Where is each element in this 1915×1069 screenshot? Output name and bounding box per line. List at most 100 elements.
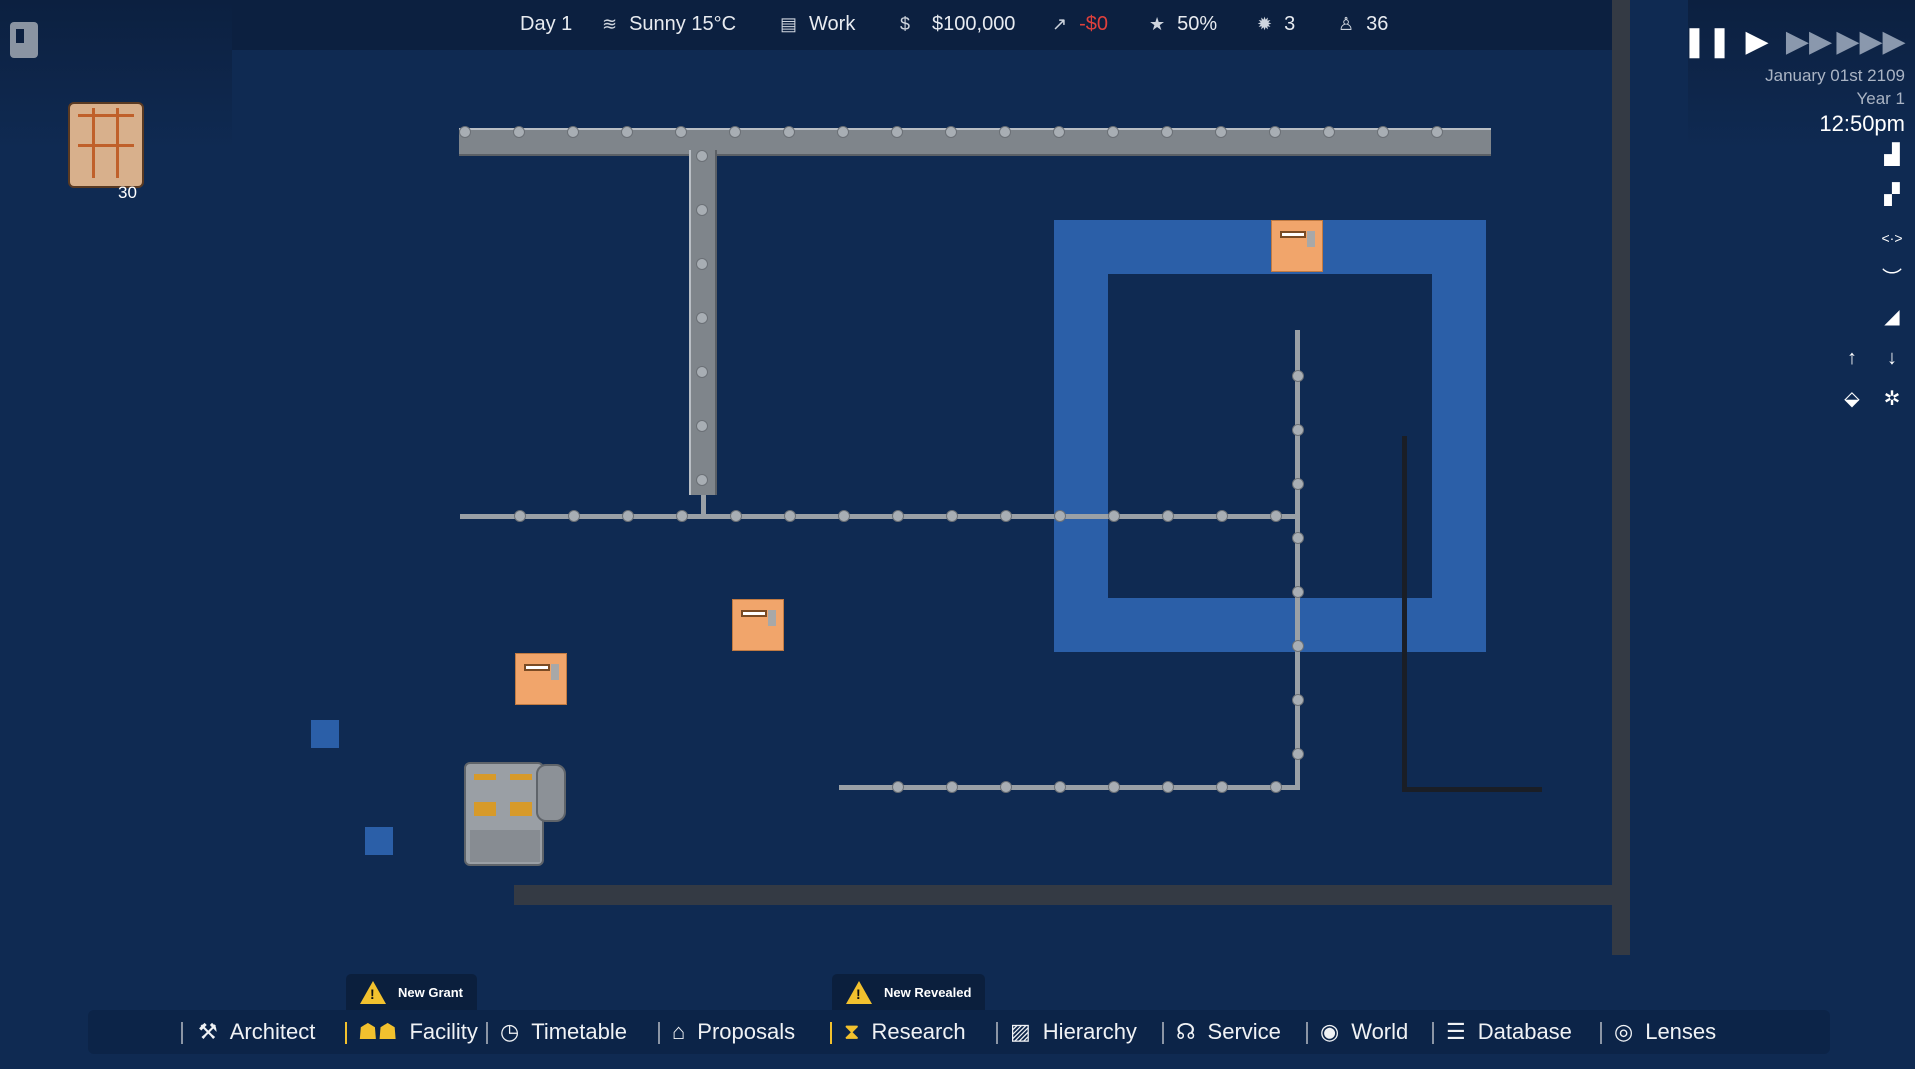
thin-pipe-2 [1295,330,1300,790]
pipe-joint [1161,126,1173,138]
settings-icon[interactable]: ✲ [1876,382,1908,414]
pipe-joint [946,781,958,793]
staff-indicator[interactable]: ♙ 36 [1338,0,1388,48]
floor-down-icon[interactable]: ↓ [1876,342,1908,374]
tools-icon: ⚒ [198,1019,218,1044]
pipe-joint [1292,478,1304,490]
pipe-joint [945,126,957,138]
pipe-joint [622,510,634,522]
pipe-joint [1108,781,1120,793]
pipe-joint [696,420,708,432]
notification-new-grant[interactable]: ! New Grant [346,974,478,1010]
hide-icon[interactable]: ︶ [1876,260,1908,292]
wind-icon: ≋ [602,13,618,34]
pipe-joint [675,126,687,138]
nav-separator [658,1022,660,1044]
door[interactable] [515,653,567,705]
game-map[interactable] [232,0,1682,970]
machine[interactable] [464,762,544,866]
build-icon[interactable]: ▞ [1876,178,1908,210]
schedule-indicator[interactable]: ▤ Work [780,0,855,48]
pipe-joint [513,126,525,138]
money-indicator[interactable]: $ $100,000 [900,0,1015,48]
pipe-joint [1000,510,1012,522]
nav-proposals[interactable]: ⌂ Proposals [672,1010,795,1054]
wall-east [1612,0,1630,955]
pipe-joint [1053,126,1065,138]
pipe-joint [946,510,958,522]
play-icon[interactable]: ▶ [1738,22,1776,60]
income-indicator[interactable]: ↗ -$0 [1052,0,1108,48]
pause-icon[interactable]: ❚❚ [1682,22,1732,60]
nav-facility[interactable]: ☗☗ Facility [358,1010,478,1054]
pipe-joint [892,781,904,793]
view-icon[interactable]: <·> [1876,222,1908,254]
top-status-bar: Day 1 ≋ Sunny 15°C ▤ Work $ $100,000 ↗ -$0 ★… [232,0,1627,50]
weather-indicator[interactable]: ≋ Sunny 15°C [602,0,736,48]
trend-icon: ↗ [1052,13,1068,34]
nav-separator [1306,1022,1308,1044]
pipe-joint [568,510,580,522]
nav-hierarchy[interactable]: ▨ Hierarchy [1010,1010,1137,1054]
nav-database[interactable]: ☰ Database [1446,1010,1572,1054]
floor-tile [311,720,339,748]
rating-indicator[interactable]: ★ 50% [1149,0,1217,48]
fast-forward-icon[interactable]: ▶▶ [1786,22,1832,60]
headset-icon: ☊ [1176,1019,1196,1044]
floor-up-icon[interactable]: ↑ [1836,342,1868,374]
nav-world[interactable]: ◉ World [1320,1010,1408,1054]
wire-horizontal [1402,787,1542,792]
hourglass-icon: ⧗ [844,1019,860,1044]
day-indicator: Day 1 [520,12,573,35]
pipe-joint [696,150,708,162]
pipe-joint [1292,586,1304,598]
wall-south [514,885,1630,905]
fastest-icon[interactable]: ▶▶▶ [1836,22,1905,60]
pipe-joint [1323,126,1335,138]
nav-lenses[interactable]: ◎ Lenses [1614,1010,1716,1054]
thin-pipe-4 [701,495,706,517]
rotate-left-icon[interactable]: ⬙ [1836,382,1868,414]
pipe-joint [1292,748,1304,760]
pipe-joint [696,366,708,378]
pipe-joint [999,126,1011,138]
pipe-joint [514,510,526,522]
year-label: Year 1 [1856,89,1905,108]
pipe-joint [1108,510,1120,522]
layer-icon[interactable]: ◢ [1876,300,1908,332]
pipe-joint [696,204,708,216]
nav-separator [486,1022,488,1044]
blocks-icon[interactable]: ▟ [1876,138,1908,170]
pipe-joint [459,126,471,138]
pipe-joint [1162,510,1174,522]
pipe-joint [1292,532,1304,544]
nav-separator [996,1022,998,1044]
menu-icon[interactable] [10,22,38,58]
pipe-joint [891,126,903,138]
star-icon: ★ [1149,13,1166,34]
nav-separator [1600,1022,1602,1044]
pipe-joint [783,126,795,138]
pipe-joint [1431,126,1443,138]
nav-separator [345,1022,347,1044]
inventory-count: 30 [118,183,137,202]
main-pipe-horizontal [459,128,1491,156]
pipe-joint [621,126,633,138]
pipe-joint [1270,781,1282,793]
thin-pipe-1 [460,514,1300,519]
pipe-joint [1215,126,1227,138]
bugs-indicator[interactable]: ✹ 3 [1257,0,1295,48]
nav-service[interactable]: ☊ Service [1176,1010,1281,1054]
nav-research[interactable]: ⧗ Research [844,1010,966,1054]
crate-stack-icon[interactable] [68,102,144,188]
door[interactable] [732,599,784,651]
pipe-joint [1216,781,1228,793]
nav-timetable[interactable]: ◷ Timetable [500,1010,627,1054]
pipe-joint [696,258,708,270]
bank-icon: ⌂ [672,1019,686,1044]
door[interactable] [1271,220,1323,272]
notification-new-revealed[interactable]: ! New Revealed [832,974,986,1010]
people-icon: ☗☗ [358,1019,398,1044]
pipe-joint [696,312,708,324]
nav-architect[interactable]: ⚒ Architect [198,1010,315,1054]
